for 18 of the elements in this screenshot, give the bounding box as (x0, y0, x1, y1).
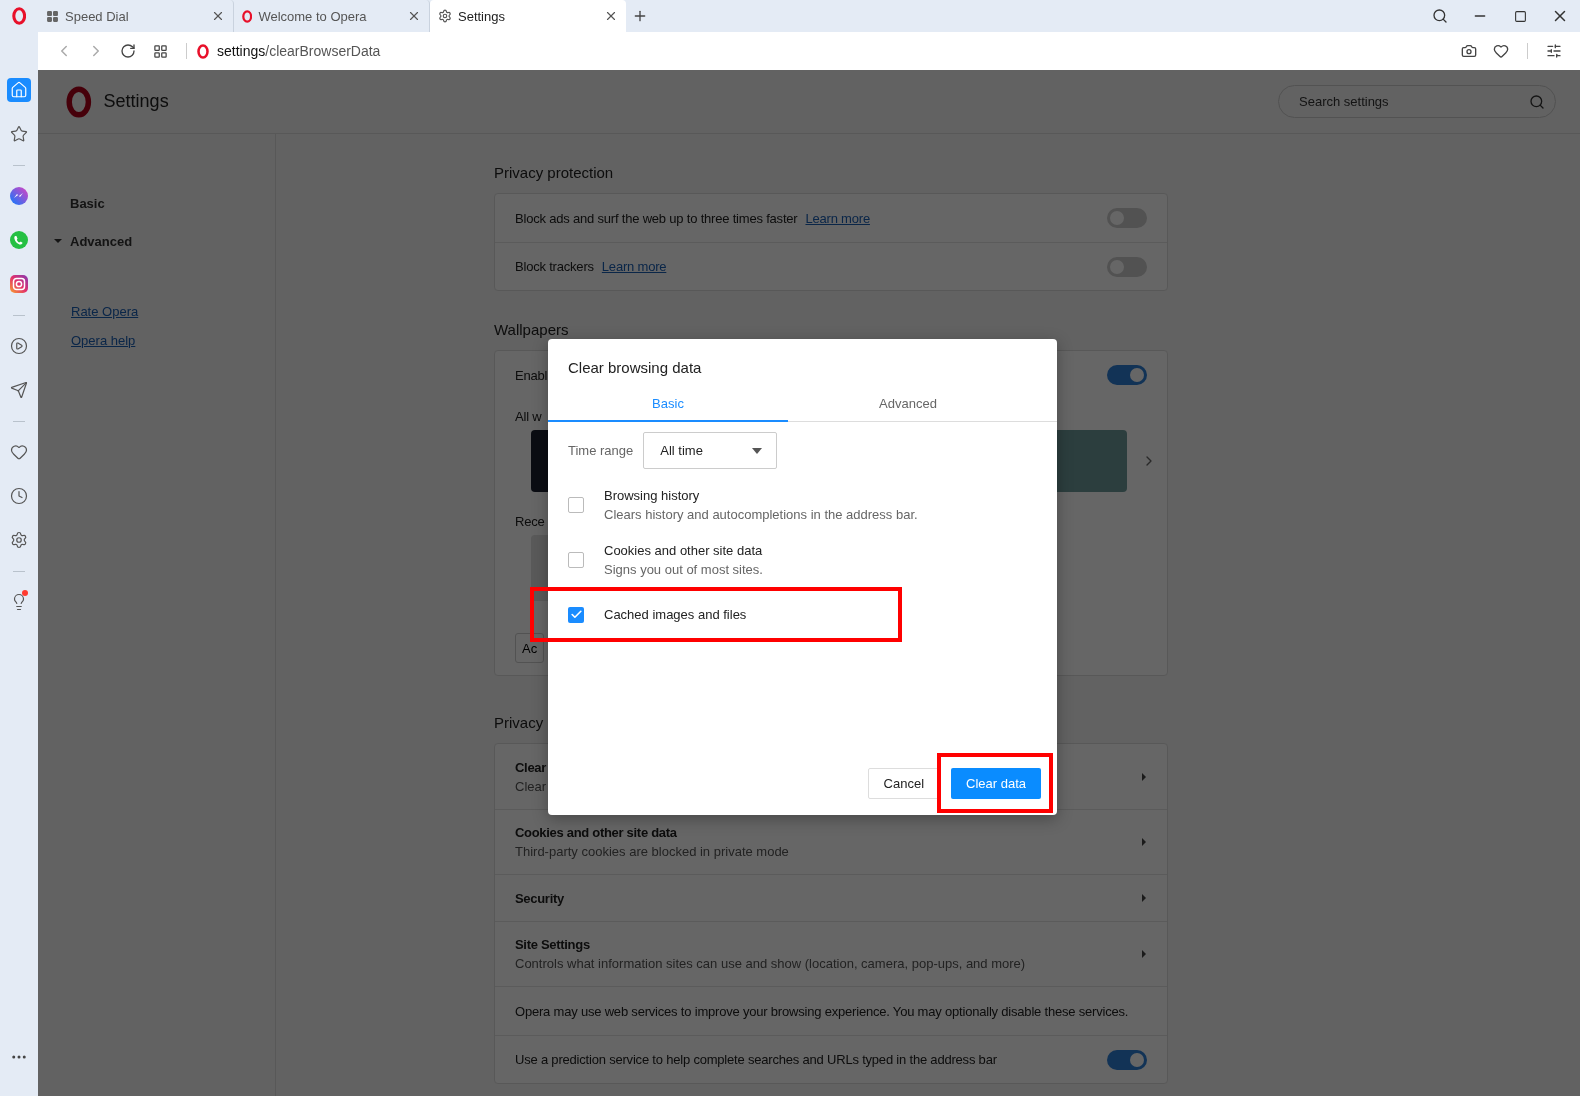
setting-label: All w (514, 408, 543, 426)
section-title: Wallpapers (494, 321, 570, 338)
section-title: Privacy protection (494, 164, 615, 181)
setting-label: Block ads and surf the web up to three times faster Learn more (515, 210, 871, 226)
option-description: Clears history and autocompletions in the address bar. (604, 506, 918, 522)
setting-label: Rece (514, 513, 546, 531)
field-label: Time range (568, 443, 634, 458)
setting-label: Enabl (515, 367, 548, 383)
setting-label: Block trackers Learn more (515, 259, 668, 274)
section-title: Privacy (494, 714, 545, 731)
option-title: Browsing history (604, 487, 701, 503)
page-title: Settings (103, 91, 169, 112)
option-description: Signs you out of most sites. (604, 561, 763, 577)
info-text: Opera may use web services to improve your browsing experience. You may optionally disable these services. (515, 1003, 1130, 1019)
option-title: Cached images and files (604, 607, 747, 622)
setting-label: Use a prediction service to help complete searches and URLs typed in the address bar (515, 1052, 998, 1067)
dialog-title: Clear browsing data (567, 358, 703, 378)
option-title: Cookies and other site data (604, 542, 763, 558)
